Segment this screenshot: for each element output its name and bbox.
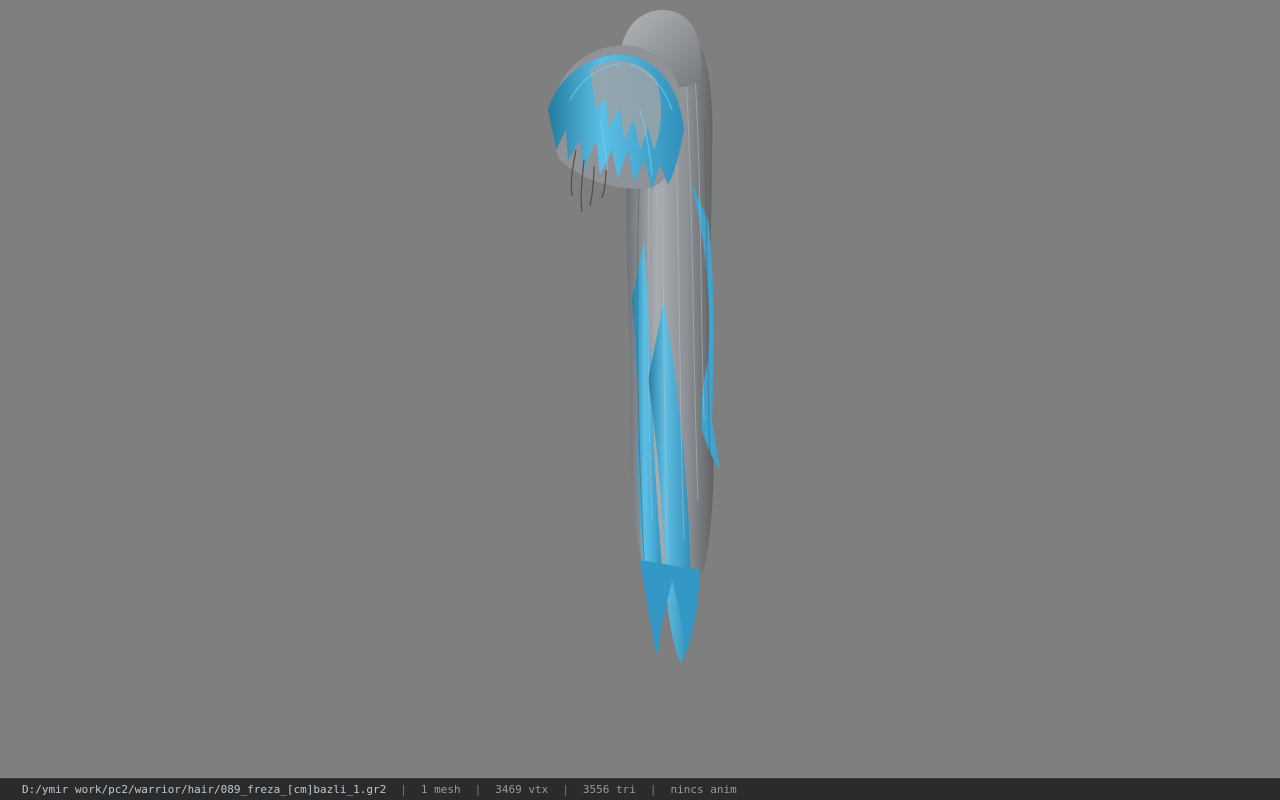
animation-status: nincs anim [670, 783, 737, 796]
triangle-count: 3556 tri [582, 783, 636, 796]
mesh-count: 1 mesh [420, 783, 461, 796]
file-path: D:/ymir work/pc2/warrior/hair/089_freza_… [22, 783, 387, 796]
3d-viewport[interactable] [0, 0, 1280, 778]
status-separator: | [400, 783, 407, 796]
vertex-count: 3469 vtx [495, 783, 549, 796]
status-bar: D:/ymir work/pc2/warrior/hair/089_freza_… [0, 778, 1280, 800]
status-separator: | [474, 783, 482, 796]
hair-model-render [548, 9, 720, 665]
status-separator: | [649, 783, 657, 796]
status-separator: | [562, 783, 569, 796]
